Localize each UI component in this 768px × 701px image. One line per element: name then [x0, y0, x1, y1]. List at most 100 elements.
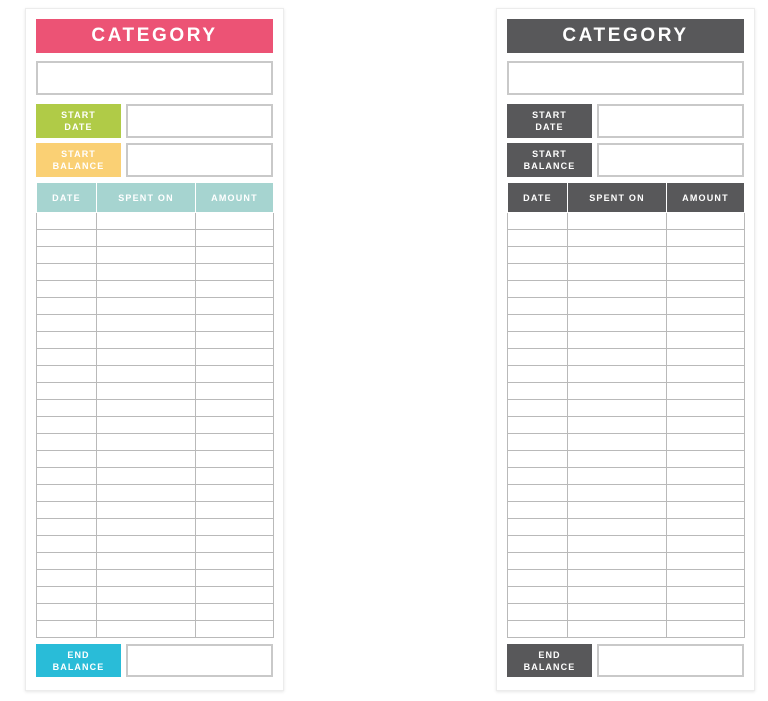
cell-amount[interactable] — [195, 416, 274, 434]
cell-amount[interactable] — [195, 382, 274, 400]
cell-spent-on[interactable] — [96, 365, 196, 383]
table-row[interactable] — [36, 603, 274, 621]
cell-spent-on[interactable] — [567, 467, 667, 485]
cell-amount[interactable] — [195, 263, 274, 281]
table-row[interactable] — [36, 518, 274, 536]
start-balance-input-grayscale[interactable] — [597, 143, 744, 177]
cell-date[interactable] — [36, 467, 97, 485]
cell-amount[interactable] — [666, 297, 745, 315]
table-row[interactable] — [507, 314, 745, 332]
cell-spent-on[interactable] — [567, 433, 667, 451]
cell-amount[interactable] — [195, 620, 274, 638]
cell-spent-on[interactable] — [96, 314, 196, 332]
table-row[interactable] — [36, 569, 274, 587]
cell-amount[interactable] — [195, 280, 274, 298]
table-row[interactable] — [507, 212, 745, 230]
cell-date[interactable] — [507, 331, 568, 349]
cell-date[interactable] — [507, 450, 568, 468]
cell-date[interactable] — [36, 314, 97, 332]
cell-spent-on[interactable] — [567, 212, 667, 230]
cell-spent-on[interactable] — [96, 263, 196, 281]
cell-date[interactable] — [36, 535, 97, 553]
table-row[interactable] — [507, 518, 745, 536]
cell-amount[interactable] — [195, 433, 274, 451]
table-row[interactable] — [36, 297, 274, 315]
cell-amount[interactable] — [666, 552, 745, 570]
cell-spent-on[interactable] — [96, 535, 196, 553]
cell-date[interactable] — [36, 365, 97, 383]
cell-date[interactable] — [507, 382, 568, 400]
cell-date[interactable] — [507, 552, 568, 570]
cell-date[interactable] — [507, 603, 568, 621]
cell-amount[interactable] — [195, 484, 274, 502]
table-row[interactable] — [36, 365, 274, 383]
table-row[interactable] — [507, 552, 745, 570]
cell-amount[interactable] — [195, 603, 274, 621]
table-row[interactable] — [36, 433, 274, 451]
cell-date[interactable] — [36, 569, 97, 587]
cell-amount[interactable] — [666, 331, 745, 349]
cell-spent-on[interactable] — [567, 484, 667, 502]
cell-date[interactable] — [36, 280, 97, 298]
cell-amount[interactable] — [666, 365, 745, 383]
cell-date[interactable] — [36, 586, 97, 604]
cell-spent-on[interactable] — [96, 620, 196, 638]
cell-date[interactable] — [507, 348, 568, 366]
cell-date[interactable] — [36, 297, 97, 315]
cell-spent-on[interactable] — [96, 382, 196, 400]
cell-spent-on[interactable] — [567, 586, 667, 604]
cell-amount[interactable] — [666, 263, 745, 281]
cell-spent-on[interactable] — [96, 280, 196, 298]
cell-date[interactable] — [36, 501, 97, 519]
table-row[interactable] — [36, 263, 274, 281]
table-row[interactable] — [507, 450, 745, 468]
table-row[interactable] — [507, 433, 745, 451]
table-row[interactable] — [36, 450, 274, 468]
table-row[interactable] — [36, 399, 274, 417]
cell-amount[interactable] — [666, 586, 745, 604]
cell-spent-on[interactable] — [96, 586, 196, 604]
cell-date[interactable] — [36, 229, 97, 247]
category-name-input-grayscale[interactable] — [507, 61, 744, 95]
table-row[interactable] — [507, 365, 745, 383]
cell-date[interactable] — [36, 552, 97, 570]
table-row[interactable] — [507, 399, 745, 417]
start-date-input-grayscale[interactable] — [597, 104, 744, 138]
table-row[interactable] — [36, 467, 274, 485]
cell-amount[interactable] — [195, 450, 274, 468]
cell-amount[interactable] — [195, 586, 274, 604]
cell-spent-on[interactable] — [96, 399, 196, 417]
cell-amount[interactable] — [195, 348, 274, 366]
cell-date[interactable] — [36, 450, 97, 468]
table-row[interactable] — [507, 586, 745, 604]
cell-date[interactable] — [507, 433, 568, 451]
cell-date[interactable] — [36, 620, 97, 638]
cell-date[interactable] — [507, 229, 568, 247]
cell-spent-on[interactable] — [96, 348, 196, 366]
cell-spent-on[interactable] — [567, 620, 667, 638]
cell-spent-on[interactable] — [96, 416, 196, 434]
cell-date[interactable] — [36, 348, 97, 366]
cell-date[interactable] — [507, 569, 568, 587]
cell-spent-on[interactable] — [96, 501, 196, 519]
cell-spent-on[interactable] — [96, 246, 196, 264]
cell-spent-on[interactable] — [567, 535, 667, 553]
cell-date[interactable] — [36, 484, 97, 502]
cell-spent-on[interactable] — [96, 467, 196, 485]
table-row[interactable] — [507, 280, 745, 298]
table-row[interactable] — [36, 229, 274, 247]
cell-spent-on[interactable] — [567, 569, 667, 587]
cell-date[interactable] — [507, 586, 568, 604]
cell-amount[interactable] — [666, 569, 745, 587]
cell-date[interactable] — [36, 518, 97, 536]
table-row[interactable] — [507, 569, 745, 587]
table-row[interactable] — [36, 212, 274, 230]
table-row[interactable] — [36, 484, 274, 502]
cell-amount[interactable] — [666, 535, 745, 553]
cell-amount[interactable] — [666, 399, 745, 417]
cell-date[interactable] — [507, 263, 568, 281]
cell-spent-on[interactable] — [96, 603, 196, 621]
cell-date[interactable] — [507, 620, 568, 638]
cell-date[interactable] — [507, 518, 568, 536]
cell-amount[interactable] — [666, 314, 745, 332]
